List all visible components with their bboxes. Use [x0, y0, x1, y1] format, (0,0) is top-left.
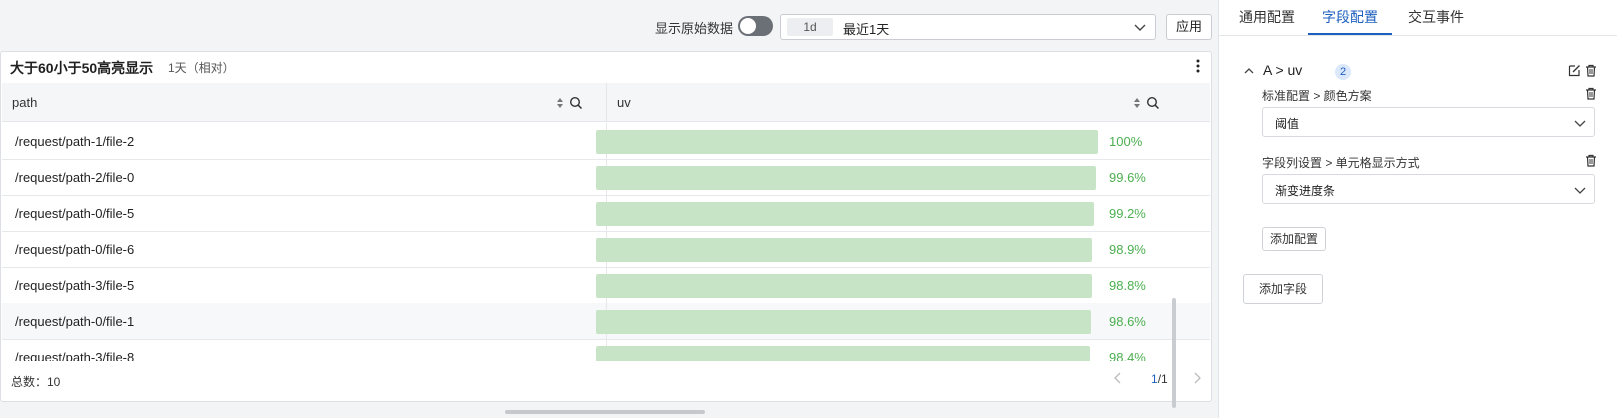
time-range-value: 最近1天: [843, 22, 890, 37]
path-cell: /request/path-1/file-2: [2, 123, 607, 160]
search-icon[interactable]: [569, 96, 583, 110]
table-panel: 大于60小于50高亮显示 1天（相对） path uv /request/pat…: [0, 51, 1212, 408]
chevron-down-icon: [1574, 120, 1586, 127]
uv-progress-bar: [596, 238, 1092, 262]
uv-progress-bar: [596, 202, 1094, 226]
path-cell: /request/path-3/file-5: [2, 267, 607, 304]
table-row[interactable]: /request/path-3/file-8 98.4%: [2, 339, 1210, 361]
table-row[interactable]: /request/path-0/file-1 98.6%: [2, 303, 1210, 340]
color-scheme-value: 阈值: [1275, 117, 1300, 131]
trash-icon[interactable]: [1585, 64, 1597, 77]
panel-title: 大于60小于50高亮显示: [10, 60, 154, 76]
sort-icon[interactable]: [1132, 97, 1142, 109]
raw-data-label: 显示原始数据: [655, 21, 734, 36]
uv-percent: 98.6%: [1109, 314, 1146, 329]
table-row[interactable]: /request/path-1/file-2 100%: [2, 123, 1210, 160]
add-field-button[interactable]: 添加字段: [1243, 274, 1323, 304]
raw-data-toggle[interactable]: [738, 16, 773, 36]
uv-percent: 100%: [1109, 134, 1143, 149]
tab-interaction[interactable]: 交互事件: [1400, 0, 1472, 35]
path-cell: /request/path-0/file-5: [2, 195, 607, 232]
toolbar: 显示原始数据 1d 最近1天 应用: [0, 14, 1218, 40]
table-row[interactable]: /request/path-3/file-5 98.8%: [2, 267, 1210, 304]
time-range-select[interactable]: 1d 最近1天: [780, 14, 1156, 40]
panel-time-range: 1天（相对）: [168, 61, 235, 75]
pagination: 1/1: [1151, 372, 1168, 386]
uv-percent: 99.2%: [1109, 206, 1146, 221]
chevron-down-icon: [1134, 24, 1146, 31]
edit-icon[interactable]: [1568, 64, 1581, 77]
uv-percent: 98.9%: [1109, 242, 1146, 257]
tab-field-config[interactable]: 字段配置: [1308, 0, 1392, 35]
dashboard-area: 显示原始数据 1d 最近1天 应用 大于60小于50高亮显示 1天（相对） pa…: [0, 0, 1218, 418]
sort-icon[interactable]: [555, 97, 565, 109]
time-range-tag: 1d: [787, 18, 833, 36]
config-tabs: 通用配置 字段配置 交互事件: [1219, 0, 1617, 36]
chevron-right-icon[interactable]: [1192, 370, 1202, 386]
uv-progress-bar: [596, 130, 1098, 154]
uv-percent: 99.6%: [1109, 170, 1146, 185]
path-cell: /request/path-0/file-1: [2, 303, 607, 340]
toggle-knob: [740, 18, 756, 34]
apply-button[interactable]: 应用: [1166, 14, 1212, 40]
cell-display-select[interactable]: 渐变进度条: [1262, 174, 1595, 204]
field-group-header[interactable]: A > uv 2: [1243, 62, 1603, 82]
current-page: 1: [1151, 372, 1158, 386]
total-pages: /1: [1157, 372, 1168, 386]
uv-progress-bar: [596, 310, 1091, 334]
table-row[interactable]: /request/path-2/file-0 99.6%: [2, 159, 1210, 196]
trash-icon[interactable]: [1585, 154, 1597, 167]
table-row[interactable]: /request/path-0/file-6 98.9%: [2, 231, 1210, 268]
uv-progress-bar: [596, 346, 1090, 361]
chevron-down-icon: [1574, 187, 1586, 194]
path-cell: /request/path-2/file-0: [2, 159, 607, 196]
config-label-color-scheme: 标准配置 > 颜色方案: [1262, 89, 1372, 103]
trash-icon[interactable]: [1585, 87, 1597, 100]
column-header-label: path: [12, 95, 38, 110]
config-label-cell-display: 字段列设置 > 单元格显示方式: [1262, 156, 1420, 170]
horizontal-scrollbar[interactable]: [505, 410, 705, 414]
column-header-label: uv: [617, 95, 631, 110]
chevron-left-icon[interactable]: [1113, 370, 1123, 386]
vertical-scrollbar[interactable]: [1172, 298, 1176, 408]
total-count: 总数：10: [11, 375, 61, 389]
config-count-badge: 2: [1335, 64, 1351, 80]
uv-progress-bar: [596, 166, 1096, 190]
path-cell: /request/path-3/file-8: [2, 339, 607, 361]
data-table: path uv /request/path-1/file-2 100%/reque…: [2, 83, 1210, 361]
search-icon[interactable]: [1146, 96, 1160, 110]
field-name: A > uv: [1263, 62, 1303, 78]
uv-progress-bar: [596, 274, 1092, 298]
column-header-uv[interactable]: uv: [607, 83, 1207, 122]
table-row[interactable]: /request/path-0/file-5 99.2%: [2, 195, 1210, 232]
more-vertical-icon[interactable]: [1193, 58, 1203, 74]
uv-percent: 98.8%: [1109, 278, 1146, 293]
add-config-button[interactable]: 添加配置: [1262, 227, 1326, 251]
uv-percent: 98.4%: [1109, 350, 1146, 361]
path-cell: /request/path-0/file-6: [2, 231, 607, 268]
color-scheme-select[interactable]: 阈值: [1262, 107, 1595, 137]
tab-general[interactable]: 通用配置: [1231, 0, 1303, 35]
chevron-up-icon[interactable]: [1243, 65, 1255, 77]
column-header-path[interactable]: path: [2, 83, 607, 122]
config-sidepanel: 通用配置 字段配置 交互事件 A > uv 2 标准配置 > 颜色方案 阈值 字…: [1218, 0, 1617, 418]
table-header: path uv: [2, 83, 1210, 122]
cell-display-value: 渐变进度条: [1275, 184, 1336, 198]
